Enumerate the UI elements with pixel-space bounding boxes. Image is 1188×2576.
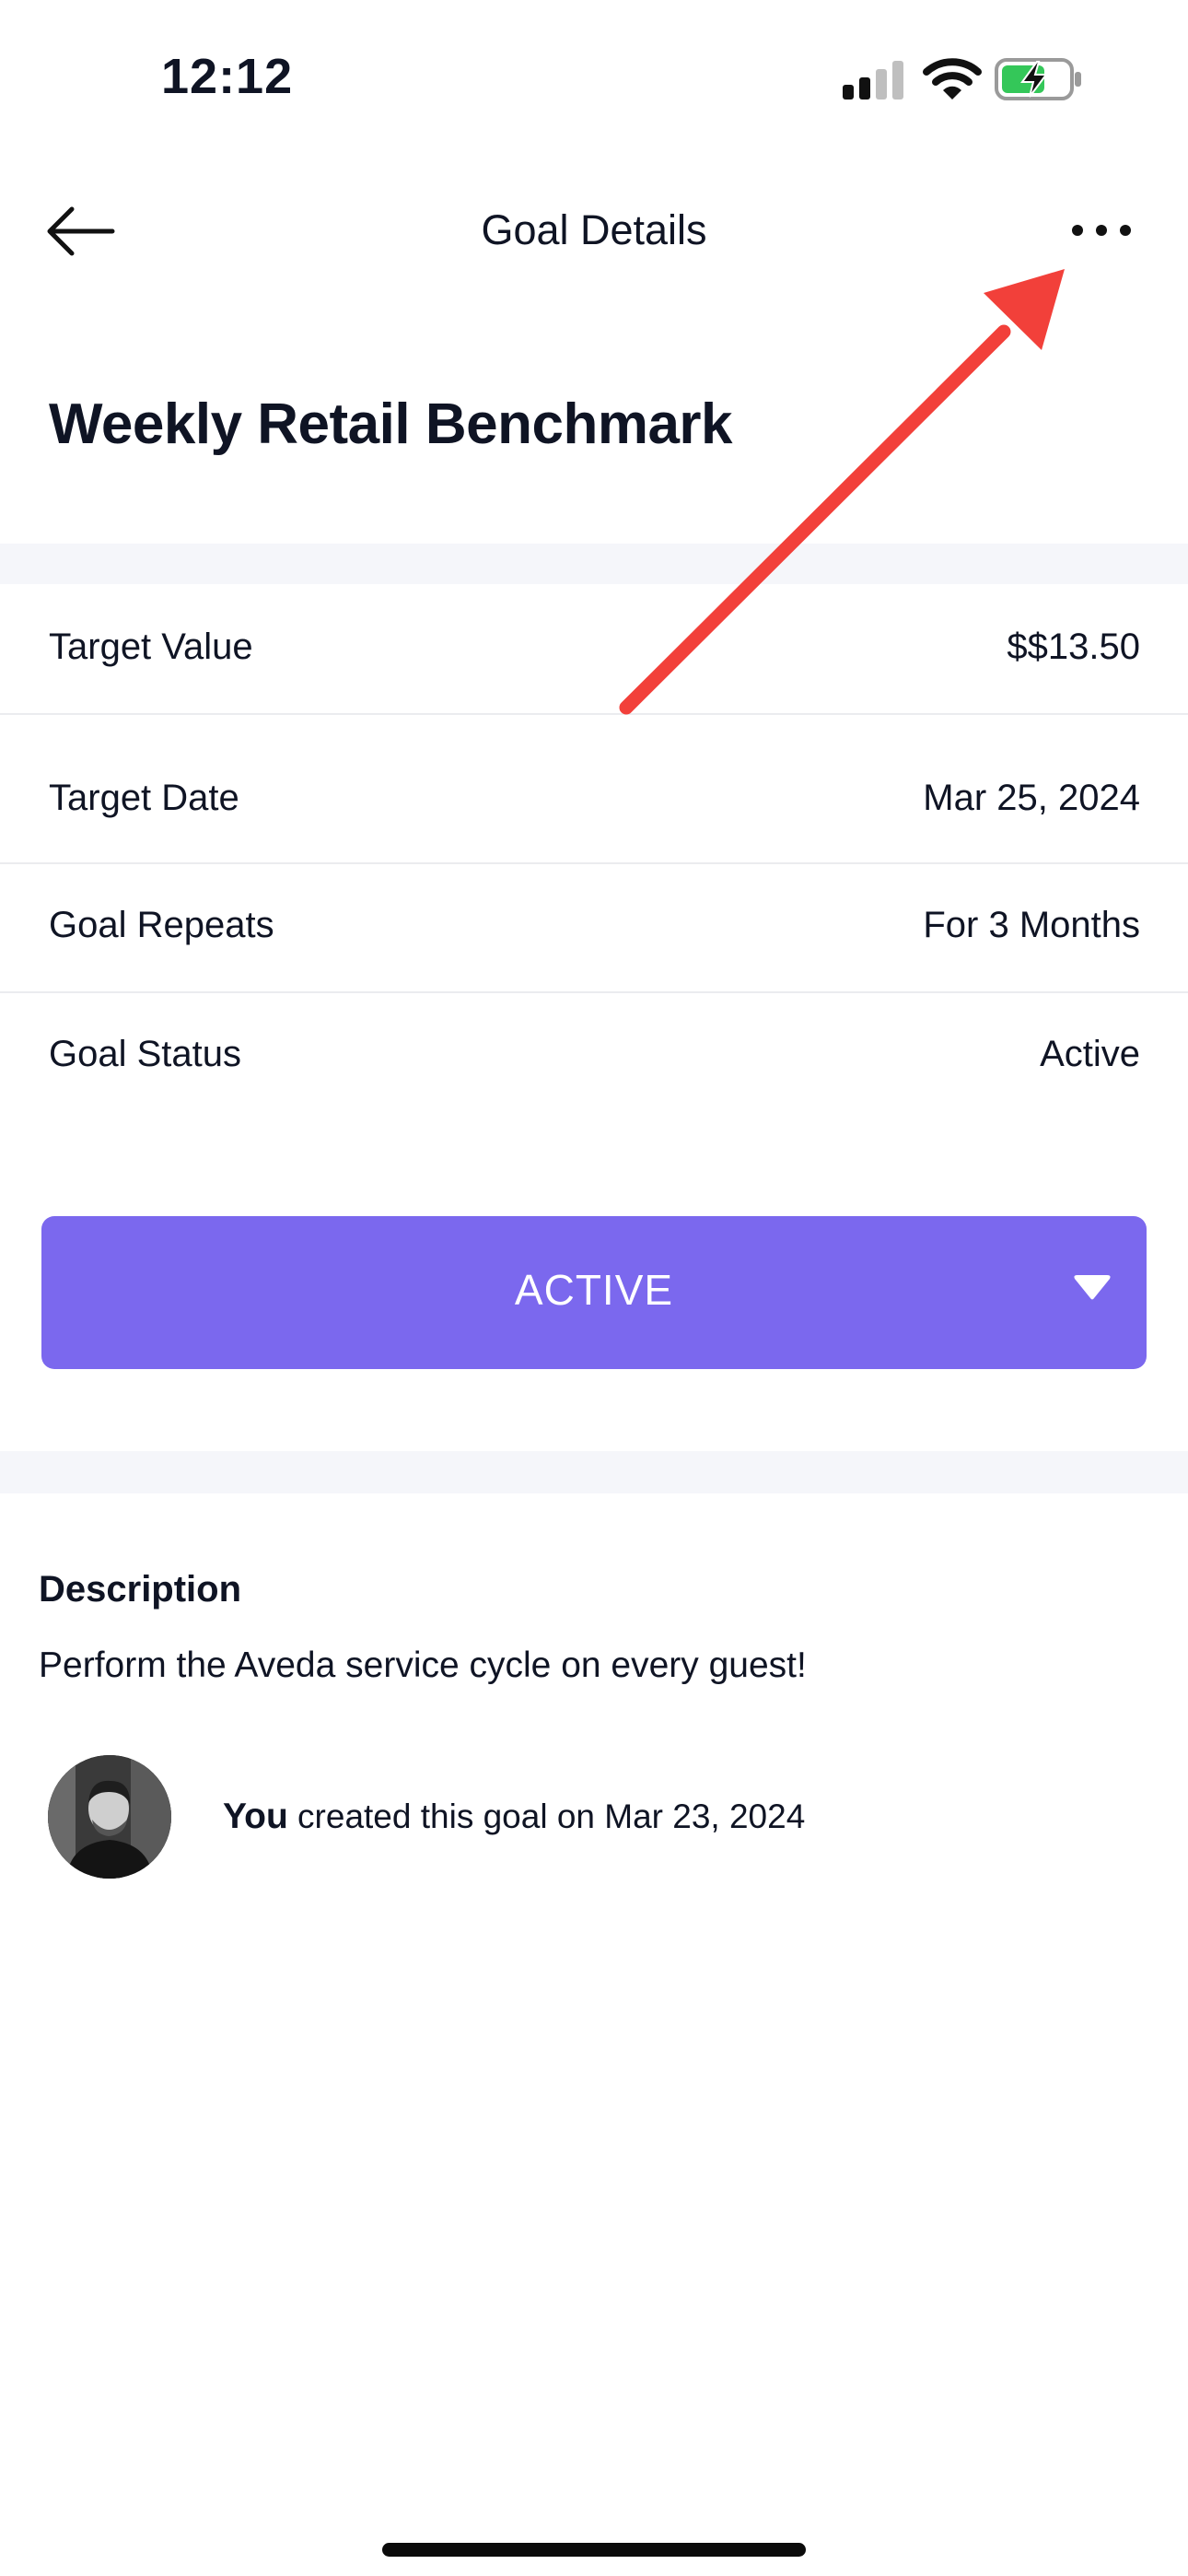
detail-row-target-date: Target Date Mar 25, 2024 — [0, 733, 1188, 864]
detail-value: For 3 Months — [923, 905, 1140, 945]
detail-label: Goal Status — [49, 1034, 242, 1074]
creator-name: You — [223, 1797, 288, 1836]
detail-row-target-value: Target Value $$13.50 — [0, 584, 1188, 715]
detail-label: Target Date — [49, 778, 239, 818]
status-time: 12:12 — [161, 49, 294, 104]
goal-title: Weekly Retail Benchmark — [49, 392, 733, 456]
detail-label: Goal Repeats — [49, 905, 274, 945]
detail-value: Mar 25, 2024 — [923, 778, 1140, 818]
avatar-photo — [48, 1755, 171, 1879]
detail-value: $$13.50 — [1007, 626, 1140, 667]
battery-icon — [995, 58, 1081, 100]
nav-title: Goal Details — [481, 206, 707, 253]
description-text: Perform the Aveda service cycle on every… — [39, 1645, 807, 1685]
status-dropdown-button[interactable]: ACTIVE — [41, 1216, 1147, 1369]
status-dropdown-label: ACTIVE — [514, 1266, 674, 1314]
detail-row-goal-repeats: Goal Repeats For 3 Months — [0, 862, 1188, 993]
section-divider — [0, 1451, 1188, 1493]
creator-action: created this goal on Mar 23, 2024 — [297, 1797, 806, 1835]
more-icon[interactable] — [1068, 214, 1135, 247]
detail-label: Target Value — [49, 626, 253, 667]
avatar — [48, 1755, 171, 1879]
detail-value: Active — [1040, 1034, 1140, 1074]
description-heading: Description — [39, 1569, 242, 1610]
wifi-icon — [923, 58, 982, 100]
home-indicator[interactable] — [382, 2543, 806, 2557]
created-by-text: You created this goal on Mar 23, 2024 — [223, 1797, 805, 1837]
section-divider — [0, 544, 1188, 584]
detail-row-goal-status: Goal Status Active — [0, 991, 1188, 1120]
chevron-down-icon — [1074, 1275, 1111, 1300]
signal-icon — [843, 61, 903, 100]
